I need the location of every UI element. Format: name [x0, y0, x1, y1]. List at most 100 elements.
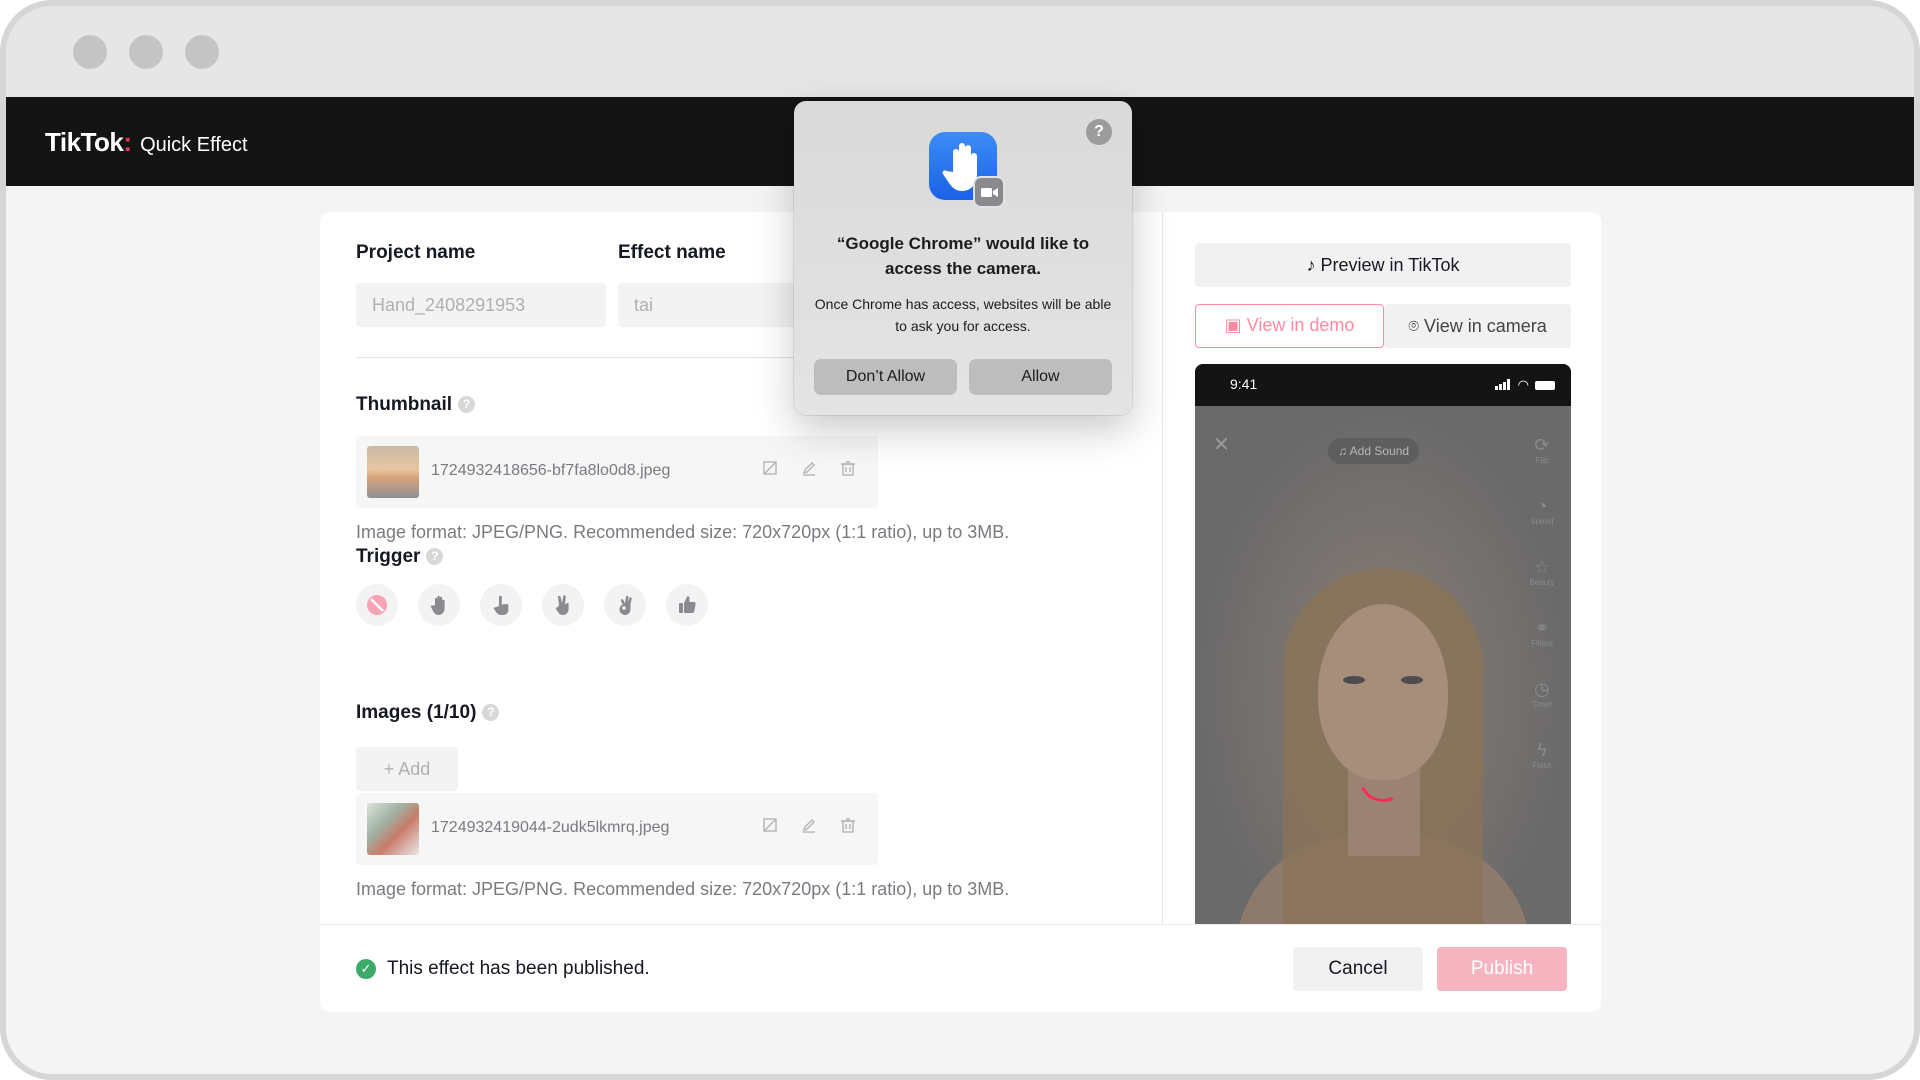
- thumbnail-label-text: Thumbnail: [356, 394, 453, 415]
- tiktok-note-icon: ♪: [1306, 255, 1316, 275]
- filters-icon: ⚭: [1534, 618, 1550, 638]
- side-flash-label: Flash: [1532, 761, 1552, 770]
- help-icon[interactable]: ?: [426, 548, 444, 565]
- add-image-button[interactable]: + Add: [356, 747, 458, 791]
- video-icon: ▣: [1224, 315, 1242, 335]
- timer-icon: ◷: [1534, 679, 1550, 699]
- trigger-open-palm-option[interactable]: [418, 584, 460, 626]
- add-sound-label: Add Sound: [1349, 444, 1410, 458]
- trigger-ok-option[interactable]: [604, 584, 646, 626]
- side-timer-label: Timer: [1531, 700, 1553, 709]
- trigger-thumbs-up-option[interactable]: [666, 584, 708, 626]
- flip-icon: ⟳: [1534, 435, 1550, 455]
- project-name-input[interactable]: Hand_2408291953: [356, 283, 606, 327]
- trigger-none-option[interactable]: [356, 584, 398, 626]
- side-beauty[interactable]: ☆ Beauty: [1525, 556, 1559, 588]
- effect-name-label: Effect name: [618, 242, 726, 263]
- delete-icon[interactable]: [837, 460, 859, 482]
- editor-footer: ✓ This effect has been published. Cancel…: [320, 924, 1601, 1012]
- thumbnail-label: Thumbnail?: [356, 394, 476, 416]
- music-note-icon: ♫: [1338, 444, 1347, 458]
- image-thumbnail: [367, 803, 419, 855]
- crop-icon[interactable]: [759, 817, 781, 839]
- trigger-label: Trigger?: [356, 546, 444, 568]
- tiktok-logo: TikTok: [45, 127, 124, 157]
- side-timer[interactable]: ◷ Timer: [1525, 678, 1559, 710]
- edit-icon[interactable]: [798, 817, 820, 839]
- view-in-camera-label: View in camera: [1424, 316, 1547, 336]
- allow-button[interactable]: Allow: [969, 359, 1112, 395]
- camera-feed: [1195, 406, 1571, 924]
- camera-icon: [973, 176, 1005, 208]
- side-filters[interactable]: ⚭ Filters: [1525, 617, 1559, 649]
- window-close-button[interactable]: [73, 35, 107, 69]
- thumbnail-image: [367, 446, 419, 498]
- thumbnail-file-row: 1724932418656-bf7fa8lo0d8.jpeg: [356, 436, 878, 508]
- published-status: This effect has been published.: [387, 958, 650, 979]
- wifi-icon: ◠: [1517, 377, 1529, 392]
- phone-status-bar: 9:41 ◠: [1195, 364, 1571, 406]
- raised-hand-icon: [929, 132, 1005, 208]
- add-sound-button[interactable]: ♫ Add Sound: [1328, 438, 1420, 464]
- dont-allow-button[interactable]: Don’t Allow: [814, 359, 957, 395]
- side-speed[interactable]: ◔ Speed: [1525, 495, 1559, 527]
- images-label-text: Images (1/10): [356, 702, 477, 723]
- trigger-victory-option[interactable]: [542, 584, 584, 626]
- images-label: Images (1/10)?: [356, 702, 500, 724]
- person-eye: [1343, 676, 1365, 684]
- effect-name-input[interactable]: tai: [618, 283, 804, 327]
- no-trigger-icon: [367, 595, 387, 615]
- battery-icon: [1535, 381, 1555, 390]
- person-eye: [1401, 676, 1423, 684]
- thumbnail-filename: 1724932418656-bf7fa8lo0d8.jpeg: [431, 462, 671, 479]
- side-filters-label: Filters: [1531, 639, 1553, 648]
- divider: [356, 357, 804, 358]
- images-hint: Image format: JPEG/PNG. Recommended size…: [356, 879, 1010, 899]
- victory-hand-icon: [555, 595, 569, 615]
- cancel-button[interactable]: Cancel: [1293, 947, 1423, 991]
- window-zoom-button[interactable]: [185, 35, 219, 69]
- image-file-row: 1724932419044-2udk5lkmrq.jpeg: [356, 793, 878, 865]
- location-pin-icon: ⌾: [1408, 316, 1420, 336]
- browser-window: TikTok : Quick Effect Project name Hand_…: [0, 0, 1920, 1080]
- beauty-icon: ☆: [1533, 557, 1551, 577]
- check-circle-icon: ✓: [356, 959, 376, 979]
- side-beauty-label: Beauty: [1529, 578, 1555, 587]
- signal-icon: [1495, 379, 1510, 390]
- product-name: Quick Effect: [140, 134, 248, 156]
- phone-preview: 9:41 ◠ ✕ ♫ Add Sound ⟳ Flip ◔ Speed ☆ Be…: [1195, 364, 1571, 924]
- brand[interactable]: TikTok : Quick Effect: [45, 127, 248, 158]
- camera-permission-dialog: ? “Google Chrome” would like to access t…: [794, 101, 1132, 415]
- help-icon[interactable]: ?: [458, 396, 476, 413]
- publish-button[interactable]: Publish: [1437, 947, 1567, 991]
- thumbs-up-icon: [679, 596, 696, 613]
- trigger-point-option[interactable]: [480, 584, 522, 626]
- delete-icon[interactable]: [837, 817, 859, 839]
- view-in-demo-tab[interactable]: ▣ View in demo: [1195, 304, 1384, 348]
- edit-icon[interactable]: [798, 460, 820, 482]
- speed-icon: ◔: [1536, 496, 1548, 516]
- ok-hand-icon: [619, 595, 632, 615]
- side-flip[interactable]: ⟳ Flip: [1525, 434, 1559, 466]
- window-titlebar: [6, 6, 1914, 97]
- tiktok-logo-dot: :: [123, 127, 133, 157]
- panel-divider: [1162, 212, 1163, 924]
- view-in-demo-label: View in demo: [1246, 315, 1355, 335]
- pointing-hand-icon: [493, 595, 509, 615]
- window-minimize-button[interactable]: [129, 35, 163, 69]
- dialog-message: Once Chrome has access, websites will be…: [814, 296, 1112, 334]
- side-flash[interactable]: ϟ Flash: [1525, 739, 1559, 771]
- side-flip-label: Flip: [1535, 456, 1549, 465]
- trigger-label-text: Trigger: [356, 546, 421, 567]
- thumbnail-hint: Image format: JPEG/PNG. Recommended size…: [356, 522, 1010, 542]
- dialog-help-button[interactable]: ?: [1086, 119, 1112, 145]
- view-in-camera-tab[interactable]: ⌾ View in camera: [1384, 304, 1571, 348]
- image-filename: 1724932419044-2udk5lkmrq.jpeg: [431, 819, 670, 836]
- side-speed-label: Speed: [1530, 517, 1554, 526]
- dialog-title: “Google Chrome” would like to access the…: [836, 234, 1090, 278]
- crop-icon[interactable]: [759, 460, 781, 482]
- close-icon[interactable]: ✕: [1213, 432, 1230, 457]
- help-icon[interactable]: ?: [482, 704, 500, 721]
- preview-in-tiktok-button[interactable]: ♪ Preview in TikTok: [1195, 243, 1571, 287]
- open-palm-icon: [430, 595, 445, 615]
